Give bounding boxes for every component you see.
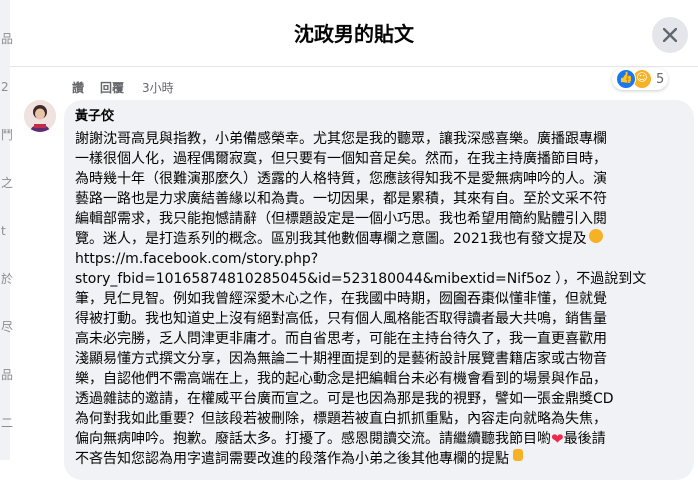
comment-line: 謝謝沈哥高見與指教，小弟備感榮幸。尤其您是我的聽眾，讓我深感喜樂。廣播跟專欄 (75, 131, 607, 147)
bg-char: 鬥 (1, 128, 14, 142)
comment-line-text: 覽。迷人，是打造系列的概念。區別我其他數個專欄之意圖。2021我也有發文提及 (75, 231, 587, 247)
comment-line: 覽。迷人，是打造系列的概念。區別我其他數個專欄之意圖。2021我也有發文提及 (75, 229, 682, 249)
heart-emoji-icon: ❤ (551, 430, 564, 448)
comment-line: story_fbid=10165874810285045&id=52318004… (75, 269, 682, 289)
dialog-header: 沈政男的貼文 (10, 0, 698, 67)
story-link[interactable]: https://m.facebook.com/story.php? (75, 249, 318, 269)
comment-line: 筆，見仁見智。例如我曾經深愛木心之作，在我國中時期，囫圇吞棗似懂非懂，但就覺 (75, 291, 607, 307)
close-button[interactable] (652, 17, 688, 53)
bg-char: 尽 (1, 320, 14, 334)
comment-author[interactable]: 黃子佼 (75, 108, 682, 125)
reaction-summary[interactable]: 👍 ☺ 5 (612, 68, 669, 90)
comment-line: 透過雜誌的邀請，在權威平台廣而宣之。可是也因為那是我的視野，譬如一張金鼎獎CD (75, 391, 614, 407)
bg-char: 品 (1, 32, 14, 46)
background-page-strip: 品 2 鬥 之 t 於 尽 品 二 (0, 0, 14, 460)
comment-line-text: 不吝告知您認為用字遣詞需要改進的段落作為小弟之後其他專欄的提點 (75, 451, 509, 467)
prev-comment-actions: 讚 回覆 3小時 (72, 79, 174, 96)
comment-line: 淺顯易懂方式撰文分享，因為無論二十期裡面提到的是藝術設計展覽書籍店家或古物音 (75, 351, 607, 367)
comment-line: 編輯部需求，我只能抱憾請辭（但標題設定是一個小巧思。我也希望用簡約點體引入閱 (75, 211, 607, 227)
comment-line: 一樣很個人化，過程偶爾寂寞，但只要有一個知音足矣。然而，在我主持廣播節目時， (75, 151, 607, 167)
comment-line-text: 最後請 (563, 431, 606, 447)
comment-line: 得被打動。我也知道史上沒有絕對高低，只有個人風格能否取得讀者最大共鳴，銷售量 (75, 311, 607, 327)
laughing-emoji-icon (588, 229, 603, 243)
comment-line-text: story_fbid=10165874810285045&id=52318004… (75, 271, 647, 287)
bg-char: t (1, 224, 6, 238)
like-link[interactable]: 讚 (72, 79, 84, 96)
comment-line: https://m.facebook.com/story.php? (75, 249, 682, 269)
comment-line: 偏向無病呻吟。抱歉。廢話太多。打擾了。感恩閱讀交流。請繼續聽我節目喲 ❤ 最後請 (75, 429, 682, 449)
folded-hands-emoji-icon (513, 449, 523, 461)
comment-timestamp[interactable]: 3小時 (142, 79, 174, 96)
reply-link[interactable]: 回覆 (100, 79, 124, 96)
comment-line: 不吝告知您認為用字遣詞需要改進的段落作為小弟之後其他專欄的提點 (75, 449, 682, 469)
comment-line-text: 偏向無病呻吟。抱歉。廢話太多。打擾了。感恩閱讀交流。請繼續聽我節目喲 (75, 431, 551, 447)
bg-char: 之 (1, 176, 14, 190)
comment-line: 高未必完勝，乏人問津更非庸才。而自省思考，可能在主持台待久了，我一直更喜歡用 (75, 331, 607, 347)
close-icon (663, 28, 677, 42)
dialog-title: 沈政男的貼文 (294, 22, 414, 46)
comment-line: 樂，自認他們不需高端在上，我的起心動念是把編輯台未必有機會看到的場景與作品， (75, 371, 607, 387)
reaction-count: 5 (656, 71, 665, 87)
avatar[interactable] (24, 100, 56, 132)
comment-line: 藝路一路也是力求廣結善緣以和為貴。一切因果，都是累積，其來有自。至於文采不符 (75, 191, 607, 207)
bg-char: 於 (1, 272, 14, 286)
bg-char: 2 (1, 80, 9, 94)
comment-line: 為時幾十年（很難演那麼久）透露的人格特質，您應該得知我不是愛無病呻吟的人。演 (75, 171, 607, 187)
like-reaction-icon: 👍 (616, 69, 636, 89)
comment-bubble: 黃子佼 謝謝沈哥高見與指教，小弟備感榮幸。尤其您是我的聽眾，讓我深感喜樂。廣播跟… (64, 100, 694, 480)
bg-char: 品 (1, 368, 14, 382)
comment-body: 謝謝沈哥高見與指教，小弟備感榮幸。尤其您是我的聽眾，讓我深感喜樂。廣播跟專欄 一… (75, 129, 682, 469)
bg-char: 二 (1, 416, 14, 430)
comment-line: 為何對我如此重要？但該段若被刪除，標題若被直白抓抓重點，內容走向就略為失焦， (75, 411, 607, 427)
